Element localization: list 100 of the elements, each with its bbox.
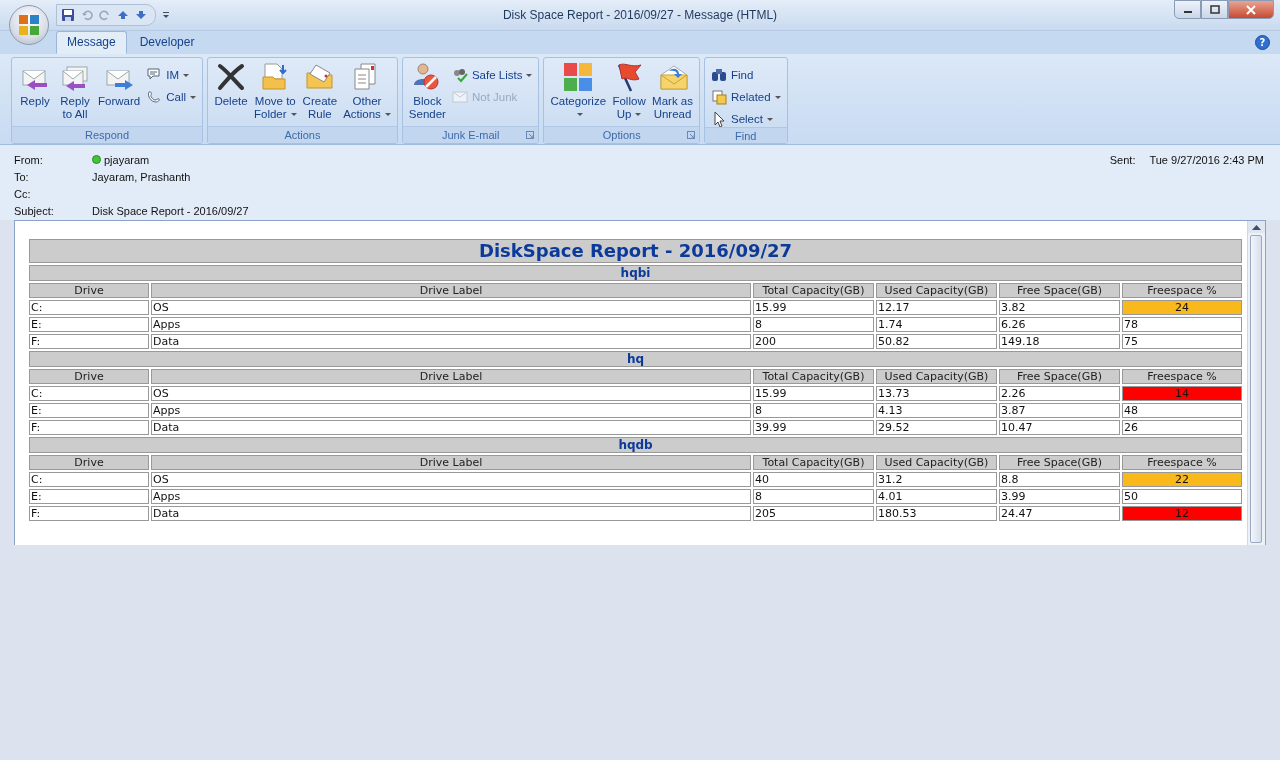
group-label: Respond <box>83 129 130 141</box>
color-grid-icon <box>562 61 595 93</box>
caret-icon <box>774 96 781 100</box>
table-cell: 31.2 <box>876 472 997 487</box>
down-arrow-icon[interactable] <box>135 10 147 20</box>
phone-icon <box>146 89 163 105</box>
column-header: Freespace % <box>1122 455 1243 470</box>
column-header: Used Capacity(GB) <box>876 455 997 470</box>
scrollbar[interactable] <box>1247 221 1265 545</box>
table-cell: F: <box>29 506 149 521</box>
ribbon-tab[interactable]: Message <box>56 31 127 54</box>
table-cell: 15.99 <box>753 300 874 315</box>
ribbon-button[interactable]: Mark as Unread <box>650 61 695 126</box>
maximize-icon <box>1209 5 1220 14</box>
customize-caret-icon[interactable] <box>162 11 170 19</box>
table-cell: Apps <box>151 403 751 418</box>
column-header: Drive Label <box>151 283 751 298</box>
field-label: Cc: <box>14 187 32 200</box>
table-cell: 78 <box>1122 317 1243 332</box>
save-icon[interactable] <box>61 8 75 22</box>
table-cell: F: <box>29 420 149 435</box>
table-cell: Apps <box>151 317 751 332</box>
caret-icon <box>190 96 196 100</box>
ribbon-button[interactable]: Create Rule <box>300 61 340 126</box>
table-cell: 8.8 <box>999 472 1120 487</box>
table-cell: OS <box>151 472 751 487</box>
column-header: Drive <box>29 455 149 470</box>
table-cell: 48 <box>1122 403 1243 418</box>
table-cell: 8 <box>753 317 874 332</box>
sender-address[interactable]: pjayaram <box>104 153 150 166</box>
scroll-up-button[interactable] <box>1248 221 1265 233</box>
field-label: To: <box>14 170 30 183</box>
field-value: Disk Space Report - 2016/09/27 <box>92 204 249 217</box>
ribbon-button[interactable]: Find <box>709 67 783 83</box>
table-cell: 14 <box>1122 386 1243 401</box>
maximize-button[interactable] <box>1201 0 1228 19</box>
column-header: Total Capacity(GB) <box>753 369 874 384</box>
scrollbar-thumb[interactable] <box>1250 235 1262 543</box>
field-value: Tue 9/27/2016 2:43 PM <box>1149 153 1264 166</box>
dialog-launcher-icon[interactable] <box>526 131 535 139</box>
dialog-launcher-icon[interactable] <box>687 131 695 139</box>
caret-icon <box>384 113 391 117</box>
table-cell: 26 <box>1122 420 1243 435</box>
caret-icon <box>182 74 189 78</box>
minimize-button[interactable] <box>1174 0 1201 19</box>
table-cell: 22 <box>1122 472 1243 487</box>
ribbon-button[interactable]: Reply <box>16 61 54 126</box>
column-header: Freespace % <box>1122 283 1243 298</box>
up-arrow-icon[interactable] <box>117 10 129 20</box>
column-header: Total Capacity(GB) <box>753 455 874 470</box>
column-header: Freespace % <box>1122 369 1243 384</box>
help-button[interactable]: ? <box>1255 35 1270 50</box>
field-label: Sent: <box>1109 153 1136 166</box>
ribbon-button[interactable]: Delete <box>212 61 250 126</box>
table-cell: Data <box>151 334 751 349</box>
column-header: Drive Label <box>151 369 751 384</box>
table-cell: 10.47 <box>999 420 1120 435</box>
table-cell: 200 <box>753 334 874 349</box>
ribbon-button[interactable]: IM <box>144 67 198 83</box>
ribbon-button[interactable]: Forward <box>96 61 143 126</box>
table-cell: 149.18 <box>999 334 1120 349</box>
ribbon-tab[interactable]: Developer <box>128 31 206 54</box>
column-header: Free Space(GB) <box>999 369 1120 384</box>
ribbon-button[interactable]: Block Sender <box>406 61 448 126</box>
ribbon-button[interactable]: Move to Folder <box>252 61 299 126</box>
table-cell: E: <box>29 317 149 332</box>
close-button[interactable] <box>1228 0 1274 19</box>
group-label: Find <box>734 129 758 142</box>
table-cell: Data <box>151 420 751 435</box>
ribbon-button[interactable]: Safe Lists <box>449 67 535 83</box>
table-cell: C: <box>29 300 149 315</box>
column-header: Used Capacity(GB) <box>876 283 997 298</box>
table-cell: 13.73 <box>876 386 997 401</box>
field-value: Jayaram, Prashanth <box>92 170 191 183</box>
table-cell: E: <box>29 489 149 504</box>
table-cell: 75 <box>1122 334 1243 349</box>
ribbon-button[interactable]: Other Actions <box>341 61 393 126</box>
ribbon-button[interactable]: Categorize <box>548 61 609 126</box>
table-cell: 50 <box>1122 489 1243 504</box>
ribbon-button[interactable]: Reply to All <box>56 61 94 126</box>
table-cell: 8 <box>753 489 874 504</box>
table-cell: F: <box>29 334 149 349</box>
cursor-icon <box>711 111 727 127</box>
table-cell: 24 <box>1122 300 1243 315</box>
table-cell: E: <box>29 403 149 418</box>
ribbon-button[interactable]: Call <box>144 89 198 105</box>
table-cell: 4.01 <box>876 489 997 504</box>
table-cell: 6.26 <box>999 317 1120 332</box>
caret-icon <box>635 113 642 117</box>
column-header: Free Space(GB) <box>999 455 1120 470</box>
table-cell: 40 <box>753 472 874 487</box>
table-cell: 12 <box>1122 506 1243 521</box>
office-button[interactable] <box>9 5 49 45</box>
ribbon-button[interactable]: Related <box>709 89 783 105</box>
field-label: From: <box>14 153 44 166</box>
report-title: DiskSpace Report - 2016/09/27 <box>29 239 1243 263</box>
field-label: Subject: <box>14 204 55 217</box>
column-header: Used Capacity(GB) <box>876 369 997 384</box>
ribbon-button[interactable]: Follow Up <box>610 61 649 126</box>
column-header: Drive Label <box>151 455 751 470</box>
